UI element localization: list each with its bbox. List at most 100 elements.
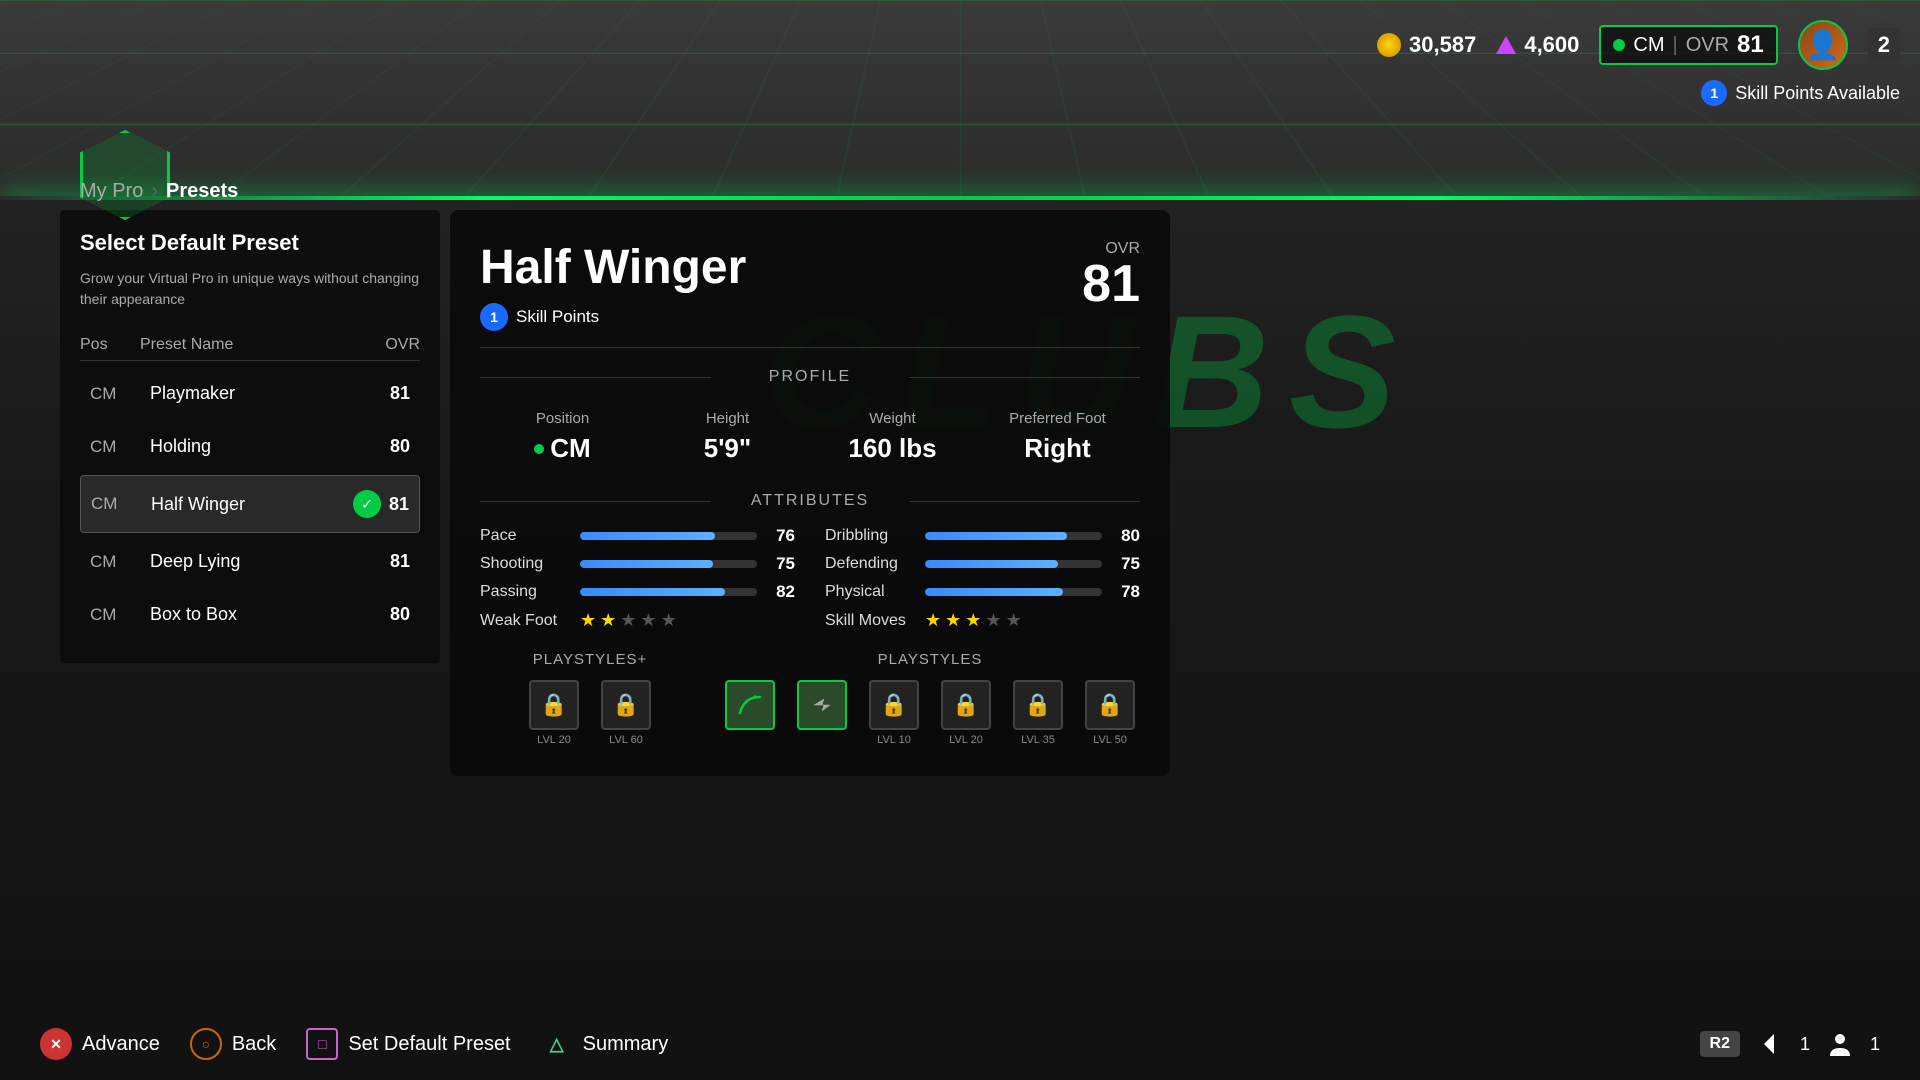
top-hud: 30,587 4,600 CM | OVR 81 2 [1377,20,1900,70]
set-default-label: Set Default Preset [348,1033,510,1056]
preset-row-holding[interactable]: CM Holding 80 [80,422,420,471]
summary-button[interactable]: △ Summary [541,1028,669,1060]
pace-bar [580,532,715,540]
position-value: CM [550,433,590,464]
attr-shooting: Shooting 75 [480,554,795,574]
r2-badge: R2 [1700,1031,1740,1057]
ovr-hud: CM | OVR 81 [1599,25,1777,65]
active-check-icon: ✓ [353,490,381,518]
breadcrumb-chevron: › [151,180,158,203]
ps-plus-icon-1: 🔒 LVL 20 [524,680,584,746]
advance-button[interactable]: ✕ Advance [40,1028,160,1060]
height-value: 5'9" [704,433,751,463]
skill-points-badge-card: 1 Skill Points [480,303,746,331]
square-button-icon: □ [306,1028,338,1060]
player-avatar [1798,20,1848,70]
preset-row-box-to-box[interactable]: CM Box to Box 80 [80,590,420,639]
curve-icon [736,691,764,719]
attr-physical: Physical 78 [825,582,1140,602]
bottom-nav: ✕ Advance ○ Back □ Set Default Preset △ … [0,1028,1920,1060]
x-button-icon: ✕ [40,1028,72,1060]
ps-plus-icon-2: 🔒 LVL 60 [596,680,656,746]
token-icon [1496,36,1516,54]
breadcrumb: My Pro › Presets [80,180,238,203]
preset-panel: Select Default Preset Grow your Virtual … [60,210,440,663]
green-light-strip [0,196,1920,200]
hud-ovr: 81 [1737,31,1764,59]
summary-label: Summary [583,1033,669,1056]
triangle-button-icon: △ [541,1028,573,1060]
preset-row-playmaker[interactable]: CM Playmaker 81 [80,369,420,418]
nav-count-2: 1 [1870,1034,1880,1055]
breadcrumb-parent[interactable]: My Pro [80,180,143,203]
attr-skill-moves: Skill Moves ★ ★ ★ ★ ★ [825,610,1140,631]
playstyles-plus-icons: 🔒 LVL 20 🔒 LVL 60 [480,680,700,746]
card-header: Half Winger 1 Skill Points OVR 81 [480,240,1140,348]
coin-icon [1377,33,1401,57]
preset-row-deep-lying[interactable]: CM Deep Lying 81 [80,537,420,586]
coins-value: 30,587 [1409,32,1476,58]
advance-label: Advance [82,1033,160,1056]
weight-value: 160 lbs [848,433,936,463]
nav-count-1: 1 [1800,1034,1810,1055]
lock-icon: 🔒 [540,692,567,718]
col-name-header: Preset Name [140,336,370,354]
ps-icon-locked-2: 🔒 LVL 20 [936,680,996,746]
team-logo [80,130,170,220]
col-ovr-header: OVR [370,336,420,354]
playstyles-title: PlayStyles [720,651,1140,668]
set-default-button[interactable]: □ Set Default Preset [306,1028,510,1060]
profile-section-title: Profile [480,368,1140,386]
card-title-block: Half Winger 1 Skill Points [480,240,746,331]
weak-foot-stars: ★ ★ ★ ★ ★ [580,610,677,631]
lock-icon: 🔒 [612,692,639,718]
green-dot [1613,39,1625,51]
physical-bar [925,588,1063,596]
attr-defending: Defending 75 [825,554,1140,574]
position-dot [534,444,544,454]
profile-position: Position CM [480,402,645,472]
person-icon [1826,1030,1854,1058]
hud-position: CM [1633,34,1664,57]
passing-bar [580,588,725,596]
back-button[interactable]: ○ Back [190,1028,276,1060]
player-level: 2 [1868,28,1900,62]
playstyles-plus-block: PlayStyles+ 🔒 LVL 20 🔒 LVL 60 [480,651,700,746]
attr-passing: Passing 82 [480,582,795,602]
defending-bar [925,560,1058,568]
ps-icon-locked-3: 🔒 LVL 35 [1008,680,1068,746]
ps-icon-sprint [792,680,852,746]
attributes-grid: Pace 76 Dribbling 80 Shooting 75 Defendi… [480,526,1140,631]
preset-row-half-winger[interactable]: CM Half Winger ✓ 81 [80,475,420,533]
profile-weight: Weight 160 lbs [810,402,975,472]
shooting-bar [580,560,713,568]
main-card: Half Winger 1 Skill Points OVR 81 Profil… [450,210,1170,776]
skill-points-label: Skill Points Available [1735,83,1900,104]
attributes-section-title: Attributes [480,492,1140,510]
attr-pace: Pace 76 [480,526,795,546]
coins-display: 30,587 [1377,32,1476,58]
breadcrumb-current: Presets [166,180,238,203]
nav-actions: ✕ Advance ○ Back □ Set Default Preset △ … [40,1028,668,1060]
tokens-display: 4,600 [1496,32,1579,58]
dribbling-bar [925,532,1067,540]
ps-icon-locked-4: 🔒 LVL 50 [1080,680,1140,746]
card-ovr-block: OVR 81 [1082,240,1140,310]
playstyles-block: PlayStyles [720,651,1140,746]
skill-points-badge: 1 [1701,80,1727,106]
playstyles-icons: 🔒 LVL 10 🔒 LVL 20 🔒 LVL 35 [720,680,1140,746]
skill-moves-stars: ★ ★ ★ ★ ★ [925,610,1022,631]
profile-grid: Position CM Height 5'9" Weight 160 lbs P… [480,402,1140,472]
foot-value: Right [1024,433,1090,463]
playstyles-section: PlayStyles+ 🔒 LVL 20 🔒 LVL 60 PlayStyl [480,651,1140,746]
logo-shape [80,130,170,220]
playstyles-plus-title: PlayStyles+ [480,651,700,668]
o-button-icon: ○ [190,1028,222,1060]
panel-description: Grow your Virtual Pro in unique ways wit… [80,268,420,310]
ps-icon-curve [720,680,780,746]
card-title: Half Winger [480,240,746,295]
nav-right: R2 1 1 [1700,1030,1880,1058]
ps-icon-locked-1: 🔒 LVL 10 [864,680,924,746]
col-pos-header: Pos [80,336,140,354]
profile-foot: Preferred Foot Right [975,402,1140,472]
